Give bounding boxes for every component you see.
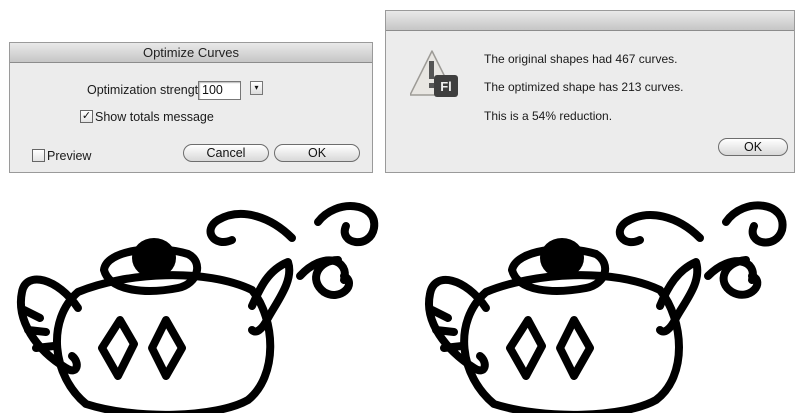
- app-icon-label: Fl: [440, 79, 452, 94]
- show-totals-label: Show totals message: [95, 110, 214, 124]
- alert-message-optimized: The optimized shape has 213 curves.: [484, 80, 684, 94]
- alert-titlebar: [386, 11, 794, 31]
- teapot-drawing-original: [16, 202, 379, 413]
- ok-button[interactable]: OK: [274, 144, 360, 162]
- alert-message-original: The original shapes had 467 curves.: [484, 52, 678, 66]
- show-totals-checkbox[interactable]: ✓: [80, 110, 93, 123]
- checkmark-icon: ✓: [81, 110, 92, 122]
- strength-dropdown-button[interactable]: ▾: [250, 81, 263, 95]
- optimization-strength-label: Optimization strength:: [87, 83, 209, 97]
- preview-label: Preview: [47, 149, 92, 163]
- optimize-curves-dialog: Optimize Curves Optimization strength: 1…: [9, 42, 373, 173]
- cancel-button[interactable]: Cancel: [183, 144, 269, 162]
- alert-ok-button[interactable]: OK: [718, 138, 788, 156]
- chevron-down-icon: ▾: [254, 83, 259, 92]
- optimization-result-alert: Fl The original shapes had 467 curves. T…: [385, 10, 795, 173]
- teapot-drawing-optimized: [425, 201, 787, 413]
- preview-checkbox[interactable]: [32, 149, 45, 162]
- dialog-title: Optimize Curves: [10, 43, 372, 63]
- alert-message-reduction: This is a 54% reduction.: [484, 109, 613, 123]
- optimization-strength-field[interactable]: 100: [198, 81, 241, 100]
- flash-app-warning-icon: Fl: [410, 50, 458, 97]
